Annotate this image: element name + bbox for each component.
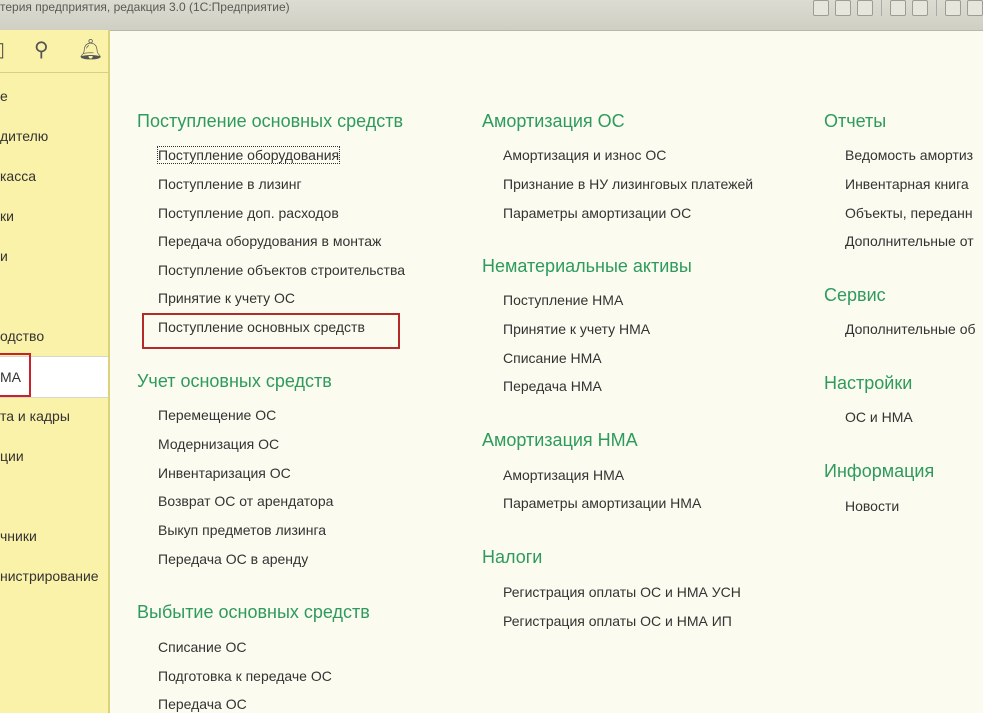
menu-link[interactable]: Амортизация и износ ОС [503, 147, 666, 163]
sidebar-item[interactable]: та и кадры [0, 396, 108, 436]
sidebar-item[interactable]: одство [0, 316, 108, 356]
menu-link[interactable]: ОС и НМА [845, 409, 913, 425]
toolbar-separator [881, 0, 882, 16]
section-title: Отчеты [824, 111, 887, 131]
list-icon[interactable]: ▯ [0, 40, 5, 60]
menu-link[interactable]: Подготовка к передаче ОС [158, 668, 332, 684]
menu-link[interactable]: Перемещение ОС [158, 407, 276, 423]
section-title: Налоги [482, 547, 543, 567]
titlebar-toolbar [813, 0, 983, 18]
sidebar-item[interactable]: ки [0, 196, 108, 236]
menu-link[interactable]: Передача оборудования в монтаж [158, 233, 381, 249]
search-icon[interactable]: ⚲ [34, 40, 49, 60]
window-title: терия предприятия, редакция 3.0 (1С:Пред… [0, 0, 290, 14]
menu-link[interactable]: Передача ОС [158, 696, 247, 712]
window-titlebar: терия предприятия, редакция 3.0 (1С:Пред… [0, 0, 983, 31]
sidebar-item[interactable] [0, 476, 108, 516]
menu-link[interactable]: Параметры амортизации ОС [503, 205, 691, 221]
menu-link[interactable]: Списание НМА [503, 350, 602, 366]
menu-link[interactable]: Поступление НМА [503, 292, 623, 308]
sidebar: ▯ ⚲ 🔔︎ е дителю касса ки и одство МА та … [0, 30, 110, 713]
menu-link[interactable]: Передача НМА [503, 378, 602, 394]
section-title: Амортизация НМА [482, 430, 638, 450]
section-title: Поступление основных средств [137, 111, 404, 131]
section-title: Выбытие основных средств [137, 602, 370, 622]
menu-link[interactable]: Новости [845, 498, 899, 514]
save-icon[interactable] [813, 0, 829, 16]
section-title: Амортизация ОС [482, 111, 625, 131]
menu-link[interactable]: Выкуп предметов лизинга [158, 522, 326, 538]
sidebar-item[interactable]: ции [0, 436, 108, 476]
highlight-box [0, 353, 31, 397]
sidebar-item[interactable]: е [0, 76, 108, 116]
sidebar-toolbar: ▯ ⚲ 🔔︎ [0, 30, 108, 73]
doc-icon[interactable] [890, 0, 906, 16]
menu-link[interactable]: Поступление в лизинг [158, 176, 302, 192]
menu-link[interactable]: Регистрация оплаты ОС и НМА ИП [503, 613, 732, 629]
menu-link[interactable]: Принятие к учету НМА [503, 321, 650, 337]
section-title: Информация [824, 461, 935, 481]
menu-link[interactable]: Передача ОС в аренду [158, 551, 308, 567]
section-title: Учет основных средств [137, 371, 332, 391]
sidebar-item[interactable]: и [0, 236, 108, 276]
print-icon[interactable] [835, 0, 851, 16]
section-title: Сервис [824, 285, 886, 305]
menu-link[interactable]: Ведомость амортиз [845, 147, 973, 163]
sidebar-item[interactable]: чники [0, 516, 108, 556]
menu-link[interactable]: Поступление оборудования [156, 146, 341, 164]
calc-icon[interactable] [945, 0, 961, 16]
menu-link[interactable]: Модернизация ОС [158, 436, 279, 452]
menu-link[interactable]: Признание в НУ лизинговых платежей [503, 176, 753, 192]
menu-link[interactable]: Дополнительные от [845, 233, 974, 249]
menu-link[interactable]: Поступление объектов строительства [158, 262, 405, 278]
menu-link[interactable]: Инвентарная книга [845, 176, 969, 192]
toolbar-separator [936, 0, 937, 16]
menu-link[interactable]: Принятие к учету ОС [158, 290, 295, 306]
calendar-icon[interactable] [967, 0, 983, 16]
menu-link[interactable]: Параметры амортизации НМА [503, 495, 701, 511]
sidebar-item[interactable] [0, 276, 108, 316]
menu-link[interactable]: Объекты, переданн [845, 205, 973, 221]
sidebar-item[interactable]: дителю [0, 116, 108, 156]
sidebar-item[interactable]: касса [0, 156, 108, 196]
menu-link[interactable]: Списание ОС [158, 639, 247, 655]
section-title: Нематериальные активы [482, 256, 692, 276]
sidebar-item[interactable]: нистрирование [0, 556, 108, 596]
menu-link[interactable]: Поступление доп. расходов [158, 205, 339, 221]
preview-icon[interactable] [857, 0, 873, 16]
menu-link[interactable]: Инвентаризация ОС [158, 465, 291, 481]
menu-link[interactable]: Регистрация оплаты ОС и НМА УСН [503, 584, 741, 600]
main-panel: Поступление основных средств Поступление… [110, 30, 983, 713]
section-title: Настройки [824, 373, 913, 393]
doc2-icon[interactable] [912, 0, 928, 16]
menu-link[interactable]: Поступление основных средств [158, 319, 365, 335]
menu-link[interactable]: Амортизация НМА [503, 467, 624, 483]
menu-link[interactable]: Возврат ОС от арендатора [158, 493, 333, 509]
sidebar-item-os-nma[interactable]: МА [0, 353, 108, 398]
menu-link[interactable]: Дополнительные об [845, 321, 976, 337]
bell-icon[interactable]: 🔔︎ [78, 40, 103, 60]
